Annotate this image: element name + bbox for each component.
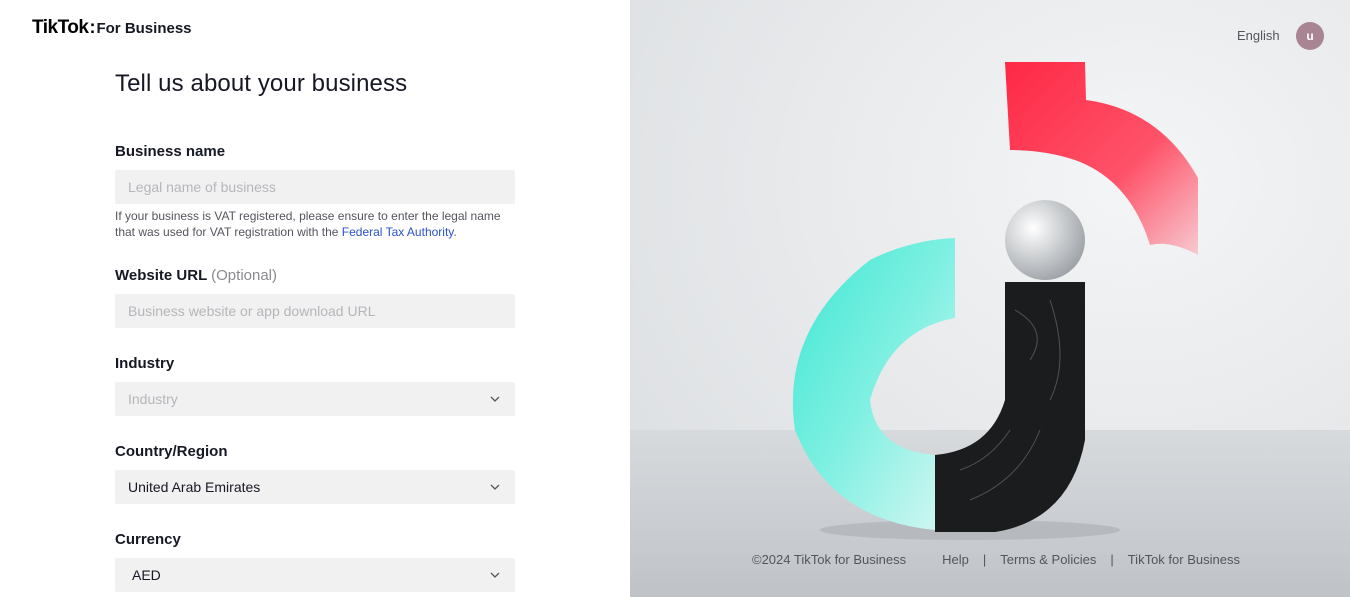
footer-separator: | xyxy=(982,552,987,567)
chevron-down-icon xyxy=(488,392,502,406)
tiktok-for-business-logo[interactable]: TikTok : For Business xyxy=(32,17,192,39)
form-panel: TikTok : For Business Tell us about your… xyxy=(0,0,630,597)
footer-link-terms[interactable]: Terms & Policies xyxy=(1000,552,1096,567)
country-region-select[interactable]: United Arab Emirates xyxy=(115,470,515,504)
website-url-input[interactable] xyxy=(115,294,515,328)
footer-link-tiktok-for-business[interactable]: TikTok for Business xyxy=(1128,552,1240,567)
footer-link-help[interactable]: Help xyxy=(942,552,969,567)
hero-artwork-panel xyxy=(630,0,1350,597)
optional-tag: (Optional) xyxy=(211,267,277,284)
business-name-input[interactable] xyxy=(115,170,515,204)
logo-brand: TikTok xyxy=(32,17,89,38)
language-selector-label[interactable]: English xyxy=(1237,28,1280,43)
logo-separator: : xyxy=(89,17,96,37)
tiktok-3d-logo-artwork xyxy=(792,62,1198,540)
currency-label: Currency xyxy=(115,531,181,548)
vat-hint-end: . xyxy=(453,225,457,239)
industry-select[interactable]: Industry xyxy=(115,382,515,416)
footer-copyright: ©2024 TikTok for Business xyxy=(752,552,907,567)
avatar-initial: u xyxy=(1306,29,1314,43)
currency-value: AED xyxy=(132,567,161,583)
footer-separator: | xyxy=(1110,552,1114,567)
footer: ©2024 TikTok for Business Help | Terms &… xyxy=(752,552,1240,567)
country-region-value: United Arab Emirates xyxy=(128,479,261,495)
website-url-label: Website URL (Optional) xyxy=(115,267,277,284)
page-title: Tell us about your business xyxy=(115,70,408,97)
industry-select-placeholder: Industry xyxy=(128,391,178,407)
website-url-label-text: Website URL xyxy=(115,267,207,284)
industry-label: Industry xyxy=(115,355,175,372)
user-avatar[interactable]: u xyxy=(1296,22,1324,50)
business-name-label: Business name xyxy=(115,143,226,160)
chevron-down-icon xyxy=(488,480,502,494)
vat-hint: If your business is VAT registered, plea… xyxy=(115,208,520,240)
currency-select[interactable]: AED xyxy=(115,558,515,592)
logo-suffix: For Business xyxy=(96,20,192,37)
federal-tax-authority-link[interactable]: Federal Tax Authority xyxy=(342,225,454,239)
chevron-down-icon xyxy=(488,568,502,582)
country-region-label: Country/Region xyxy=(115,443,228,460)
